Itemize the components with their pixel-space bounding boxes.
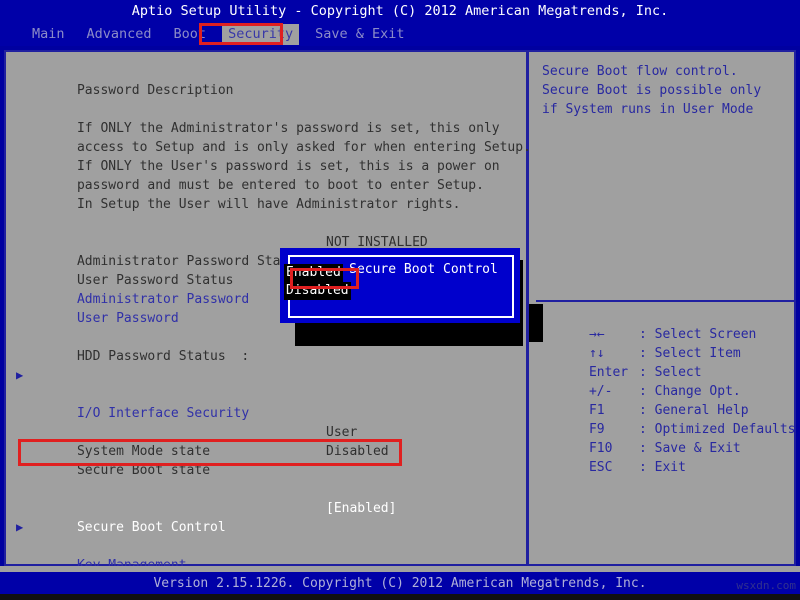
description-line-4: password and must be entered to boot to … (76, 178, 484, 193)
row-secure-boot-control[interactable]: Secure Boot Control [Enabled] (8, 499, 526, 535)
key-legend: →←: Select Screen ↑↓: Select Item Enter:… (542, 306, 796, 475)
dialog-option-disabled[interactable]: Disabled (284, 282, 351, 300)
help-line-3: if System runs in User Mode (542, 102, 754, 117)
footer-version-text: Version 2.15.1226. Copyright (C) 2012 Am… (153, 575, 647, 591)
menu-item-security[interactable]: Security (222, 23, 300, 45)
title-text: Aptio Setup Utility - Copyright (C) 2012… (131, 2, 669, 19)
password-description-heading: Password Description (76, 83, 234, 98)
arrows-lr-icon: →← (588, 327, 605, 342)
title-bar: Aptio Setup Utility - Copyright (C) 2012… (0, 0, 800, 22)
system-mode-state-value: User (326, 425, 358, 440)
help-line-2: Secure Boot is possible only (542, 83, 762, 98)
menu-item-advanced[interactable]: Advanced (81, 24, 158, 45)
bottom-noise-strip (0, 594, 800, 600)
submenu-arrow-icon: ▶ (16, 368, 24, 382)
row-key-management[interactable]: ▶ Key Management (8, 518, 526, 573)
menu-item-main[interactable]: Main (26, 24, 71, 45)
help-separator (536, 300, 794, 302)
row-system-mode-state: System Mode state User (76, 425, 358, 459)
help-line-1: Secure Boot flow control. (542, 64, 738, 79)
dialog-shadow-remnant (529, 304, 543, 342)
arrows-ud-icon: ↑↓ (588, 346, 605, 361)
footer-bar: Version 2.15.1226. Copyright (C) 2012 Am… (0, 572, 800, 594)
submenu-arrow-icon: ▶ (16, 520, 24, 534)
dialog-option-list: Enabled Disabled (284, 264, 351, 300)
secure-boot-control-dialog: Secure Boot Control Enabled Disabled (280, 248, 520, 323)
menu-item-boot[interactable]: Boot (168, 24, 213, 45)
bios-setup-screen: Aptio Setup Utility - Copyright (C) 2012… (0, 0, 800, 600)
row-secure-boot-state: Secure Boot state Disabled (76, 444, 389, 478)
menu-bar: Main Advanced Boot Security Save & Exit (0, 22, 800, 46)
description-line-1: If ONLY the Administrator's password is … (76, 121, 500, 136)
key-legend-select-screen: →←: Select Screen (588, 327, 757, 342)
description-line-5: In Setup the User will have Administrato… (76, 197, 461, 212)
description-line-3: If ONLY the User's password is set, this… (76, 159, 500, 174)
secure-boot-control-value: [Enabled] (326, 501, 397, 516)
dialog-option-enabled[interactable]: Enabled (284, 264, 343, 282)
watermark: wsxdn.com (736, 579, 796, 592)
row-io-interface-security[interactable]: ▶ I/O Interface Security (8, 366, 526, 421)
secure-boot-state-value: Disabled (326, 444, 389, 459)
description-line-2: access to Setup and is only asked for wh… (76, 140, 531, 155)
menu-item-save-exit[interactable]: Save & Exit (309, 24, 410, 45)
